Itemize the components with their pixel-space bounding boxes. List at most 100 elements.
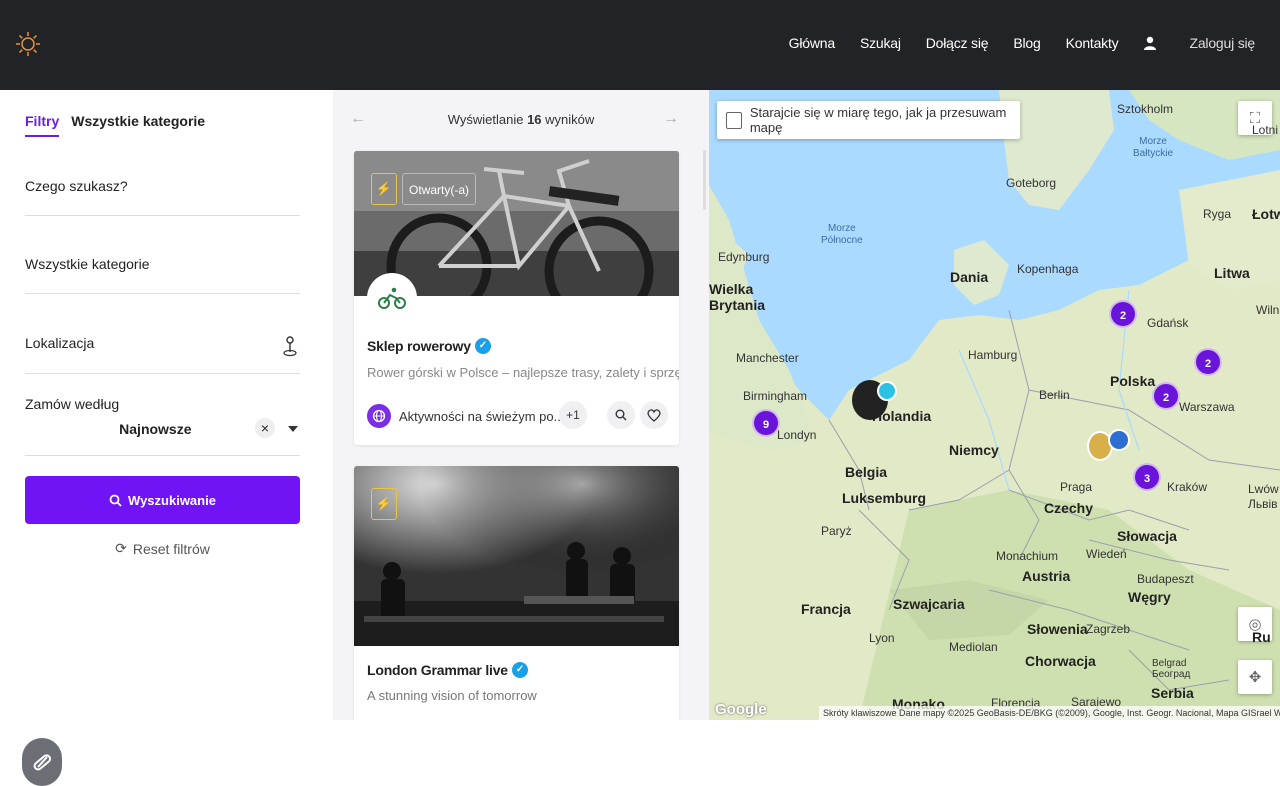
results-prefix: Wyświetlanie bbox=[447, 112, 524, 127]
city-label: Londyn bbox=[777, 428, 817, 442]
lightning-icon: ⚡ bbox=[371, 173, 397, 205]
search-button[interactable]: Wyszukiwanie bbox=[25, 476, 300, 524]
map-cluster-marker[interactable]: 2 bbox=[1194, 348, 1222, 376]
city-label: Lyon bbox=[869, 631, 895, 645]
category-field[interactable]: Wszystkie kategorie bbox=[25, 256, 300, 294]
lightning-icon: ⚡ bbox=[371, 488, 397, 520]
location-pin-icon[interactable] bbox=[282, 335, 298, 360]
category-label: Wszystkie kategorie bbox=[25, 256, 150, 272]
query-field[interactable]: Czego szukasz? bbox=[25, 178, 300, 216]
city-label: Birmingham bbox=[743, 389, 808, 403]
pan-control-icon[interactable]: ✥ bbox=[1238, 660, 1272, 694]
nav-contact[interactable]: Kontakty bbox=[1066, 35, 1119, 51]
verified-icon: ✓ bbox=[511, 662, 528, 678]
nav-join[interactable]: Dołącz się bbox=[926, 35, 989, 51]
sun-logo-icon[interactable] bbox=[14, 30, 42, 58]
map-attribution[interactable]: Skróty klawiszowe Dane mapy ©2025 GeoBas… bbox=[819, 706, 1280, 720]
country-label: Chorwacja bbox=[1025, 653, 1096, 669]
results-suffix: wyników bbox=[545, 112, 595, 127]
city-label: Warszawa bbox=[1179, 400, 1235, 414]
country-label: Słowacja bbox=[1117, 528, 1177, 544]
pill-icon bbox=[33, 754, 52, 771]
country-label: Niemcy bbox=[949, 442, 999, 458]
city-label: Wiedeń bbox=[1086, 547, 1127, 561]
listing-title[interactable]: London Grammar live ✓ bbox=[367, 662, 528, 678]
country-label: Dania bbox=[950, 269, 989, 285]
order-value: Najnowsze bbox=[119, 421, 192, 437]
country-label: Ru bbox=[1252, 629, 1271, 645]
login-link[interactable]: Zaloguj się bbox=[1143, 35, 1255, 51]
order-field[interactable]: Zamów według Najnowsze × bbox=[25, 396, 300, 456]
tab-all-categories[interactable]: Wszystkie kategorie bbox=[71, 113, 205, 137]
open-status-badge: Otwarty(-a) bbox=[402, 173, 476, 205]
listing-card[interactable]: ⚡ Otwarty(-a) Sklep rowerowy ✓ Rower gór… bbox=[354, 151, 679, 445]
listing-card[interactable]: ⚡ London Grammar live ✓ A stunning visio… bbox=[354, 466, 679, 720]
top-navbar: Główna Szukaj Dołącz się Blog Kontakty Z… bbox=[0, 0, 1280, 90]
city-label: Budapeszt bbox=[1137, 572, 1194, 586]
city-label: Berlin bbox=[1039, 388, 1070, 402]
city-label: Gdańsk bbox=[1147, 316, 1189, 330]
heart-icon[interactable] bbox=[640, 401, 668, 429]
country-label: Luksemburg bbox=[842, 490, 927, 506]
country-label: Serbia bbox=[1151, 685, 1194, 701]
results-count: Wyświetlanie 16 wyników bbox=[333, 112, 709, 127]
city-label: Hamburg bbox=[968, 348, 1018, 362]
next-arrow-icon[interactable]: → bbox=[663, 110, 679, 128]
user-icon bbox=[1144, 36, 1157, 50]
country-label: Węgry bbox=[1128, 589, 1171, 605]
clear-order-icon[interactable]: × bbox=[255, 418, 275, 438]
country-label: Łotw bbox=[1252, 206, 1280, 222]
map-panel[interactable]: Starajcie się w miarę tego, jak ja przes… bbox=[709, 90, 1280, 720]
listing-image-concert[interactable]: ⚡ bbox=[354, 466, 679, 646]
listing-description: Rower górski w Polsce – najlepsze trasy,… bbox=[367, 365, 679, 380]
checkbox-label: Starajcie się w miarę tego, jak ja przes… bbox=[749, 105, 1007, 135]
city-label: Lwów Львів bbox=[1248, 482, 1279, 511]
listing-image-bicycle[interactable]: ⚡ Otwarty(-a) bbox=[354, 151, 679, 296]
country-label: Polska bbox=[1110, 373, 1156, 389]
floating-badge-button[interactable] bbox=[22, 738, 62, 786]
move-map-checkbox[interactable]: Starajcie się w miarę tego, jak ja przes… bbox=[717, 101, 1020, 139]
listing-footer: Aktywności na świeżym po... +1 bbox=[367, 401, 668, 431]
checkbox[interactable] bbox=[726, 111, 742, 129]
nav-home[interactable]: Główna bbox=[789, 35, 835, 51]
map-place-marker[interactable] bbox=[877, 381, 897, 401]
listing-title[interactable]: Sklep rowerowy ✓ bbox=[367, 338, 491, 354]
nav-search[interactable]: Szukaj bbox=[860, 35, 901, 51]
city-label: Praga bbox=[1060, 480, 1093, 494]
map-place-marker[interactable] bbox=[1108, 429, 1130, 451]
main-nav: Główna Szukaj Dołącz się Blog Kontakty Z… bbox=[764, 35, 1256, 51]
map-cluster-marker[interactable]: 9 bbox=[752, 409, 780, 437]
order-label: Zamów według bbox=[25, 396, 120, 412]
city-label: Kopenhaga bbox=[1017, 262, 1079, 276]
map-cluster-marker[interactable]: 3 bbox=[1133, 463, 1161, 491]
map-cluster-marker[interactable]: 2 bbox=[1152, 382, 1180, 410]
more-categories-badge[interactable]: +1 bbox=[559, 401, 587, 429]
city-label: Goteborg bbox=[1006, 176, 1057, 190]
country-label: Wielka Brytania bbox=[709, 281, 766, 313]
chevron-down-icon[interactable] bbox=[288, 426, 298, 432]
zoom-in-icon[interactable] bbox=[607, 401, 635, 429]
filters-panel: Filtry Wszystkie kategorie Czego szukasz… bbox=[0, 90, 333, 786]
city-label: Manchester bbox=[736, 351, 799, 365]
sea-label-baltic: Morze Bałtyckie bbox=[1133, 136, 1174, 159]
country-label: Litwa bbox=[1214, 265, 1250, 281]
verified-icon: ✓ bbox=[474, 338, 491, 354]
globe-icon bbox=[367, 404, 391, 428]
category-label[interactable]: Aktywności na świeżym po... bbox=[399, 409, 564, 424]
map-cluster-marker[interactable]: 2 bbox=[1109, 300, 1137, 328]
location-field[interactable]: Lokalizacja bbox=[25, 335, 300, 374]
country-label: Austria bbox=[1022, 568, 1071, 584]
results-number: 16 bbox=[527, 112, 542, 127]
nav-blog[interactable]: Blog bbox=[1013, 35, 1040, 51]
tab-filters[interactable]: Filtry bbox=[25, 113, 60, 137]
search-button-label: Wyszukiwanie bbox=[128, 492, 216, 508]
city-label: Ryga bbox=[1203, 207, 1232, 221]
city-label: Sztokholm bbox=[1117, 102, 1174, 116]
city-label: Edynburg bbox=[718, 250, 770, 264]
reset-filters[interactable]: ⟳ Reset filtrów bbox=[0, 540, 325, 557]
listing-title-text: Sklep rowerowy bbox=[367, 338, 471, 354]
country-label: Belgia bbox=[845, 464, 888, 480]
refresh-icon: ⟳ bbox=[115, 540, 127, 556]
scrollbar[interactable] bbox=[703, 150, 706, 210]
country-label: Szwajcaria bbox=[893, 596, 965, 612]
